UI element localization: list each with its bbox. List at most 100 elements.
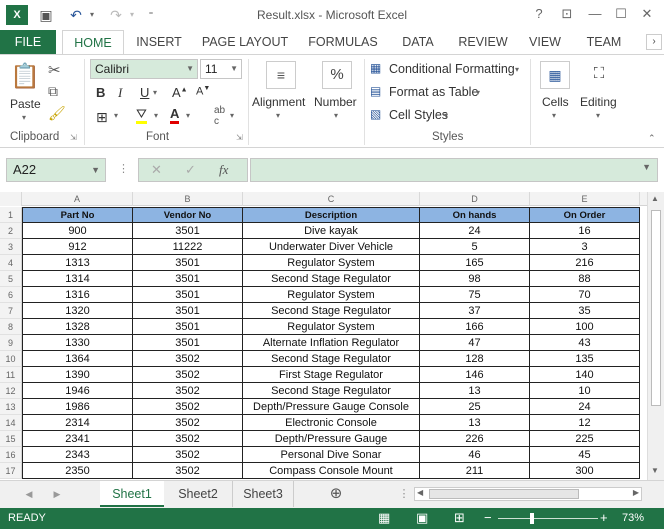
cut-icon[interactable]: ✂ <box>48 61 61 79</box>
table-cell[interactable]: 146 <box>420 367 530 383</box>
table-cell[interactable]: Personal Dive Sonar <box>243 447 420 463</box>
table-header-cell[interactable]: Description <box>243 207 420 223</box>
table-cell[interactable]: 3502 <box>133 415 243 431</box>
scroll-left-icon[interactable]: ◀ <box>417 488 423 497</box>
table-header-cell[interactable]: Part No <box>22 207 133 223</box>
collapse-ribbon-icon[interactable]: ⌃ <box>648 133 656 144</box>
table-header-cell[interactable]: Vendor No <box>133 207 243 223</box>
zoom-out-icon[interactable]: − <box>484 510 492 525</box>
page-layout-view-icon[interactable]: ▣ <box>416 510 428 526</box>
table-cell[interactable]: 37 <box>420 303 530 319</box>
table-cell[interactable]: 3501 <box>133 319 243 335</box>
table-cell[interactable]: Regulator System <box>243 319 420 335</box>
cancel-icon[interactable]: ✕ <box>151 162 162 178</box>
table-cell[interactable]: First Stage Regulator <box>243 367 420 383</box>
table-cell[interactable]: Alternate Inflation Regulator <box>243 335 420 351</box>
row-header[interactable]: 10 <box>0 351 22 367</box>
table-cell[interactable]: Second Stage Regulator <box>243 351 420 367</box>
row-header[interactable]: 12 <box>0 383 22 399</box>
next-sheet-icon[interactable]: ▶ <box>50 481 64 507</box>
table-cell[interactable]: 1364 <box>22 351 133 367</box>
table-cell[interactable]: 13 <box>420 415 530 431</box>
table-cell[interactable]: 140 <box>530 367 640 383</box>
scroll-down-icon[interactable]: ▼ <box>651 466 659 475</box>
number-dropdown-icon[interactable]: ▾ <box>334 111 338 120</box>
table-cell[interactable]: 211 <box>420 463 530 479</box>
alignment-icon[interactable]: ≡ <box>266 61 296 89</box>
paste-button[interactable]: Paste <box>10 97 41 111</box>
binoculars-icon[interactable]: ⛶ <box>584 61 614 89</box>
cells-button[interactable]: Cells <box>542 95 569 109</box>
row-header[interactable]: 7 <box>0 303 22 319</box>
table-cell[interactable]: Compass Console Mount <box>243 463 420 479</box>
select-all-corner[interactable] <box>0 192 22 206</box>
table-cell[interactable]: Second Stage Regulator <box>243 383 420 399</box>
row-header[interactable]: 13 <box>0 399 22 415</box>
table-cell[interactable]: 1946 <box>22 383 133 399</box>
minimize-button[interactable]: — <box>584 4 606 24</box>
tab-data[interactable]: DATA <box>392 30 444 54</box>
table-cell[interactable]: 3 <box>530 239 640 255</box>
table-cell[interactable]: 16 <box>530 223 640 239</box>
table-cell[interactable]: Depth/Pressure Gauge Console <box>243 399 420 415</box>
borders-dropdown-icon[interactable]: ▾ <box>114 111 118 120</box>
tab-team[interactable]: TEAM <box>578 30 630 54</box>
table-cell[interactable]: 128 <box>420 351 530 367</box>
table-cell[interactable]: 1314 <box>22 271 133 287</box>
row-header[interactable]: 11 <box>0 367 22 383</box>
decrease-font-icon[interactable]: A▼ <box>196 85 210 98</box>
tab-file[interactable]: FILE <box>0 30 56 54</box>
row-header[interactable]: 15 <box>0 431 22 447</box>
table-header-cell[interactable]: On hands <box>420 207 530 223</box>
table-cell[interactable]: 3502 <box>133 399 243 415</box>
font-size-combo[interactable]: 11 ▼ <box>200 59 242 79</box>
sheet-tab-sheet2[interactable]: Sheet2 <box>166 481 230 507</box>
tab-page-layout[interactable]: PAGE LAYOUT <box>196 30 294 54</box>
tab-review[interactable]: REVIEW <box>452 30 514 54</box>
table-cell[interactable]: 13 <box>420 383 530 399</box>
column-header-d[interactable]: D <box>420 192 530 206</box>
cell-styles-dropdown-icon[interactable]: ▾ <box>444 111 448 120</box>
table-cell[interactable]: 75 <box>420 287 530 303</box>
table-cell[interactable]: 24 <box>420 223 530 239</box>
row-header[interactable]: 1 <box>0 207 22 223</box>
insert-function-icon[interactable]: fx <box>219 162 228 178</box>
zoom-slider[interactable] <box>498 518 598 519</box>
table-cell[interactable]: 225 <box>530 431 640 447</box>
underline-dropdown-icon[interactable]: ▾ <box>153 88 157 97</box>
formula-input[interactable]: ▼ <box>250 158 658 182</box>
fill-color-dropdown-icon[interactable]: ▾ <box>154 111 158 120</box>
row-header[interactable]: 16 <box>0 447 22 463</box>
alignment-dropdown-icon[interactable]: ▾ <box>276 111 280 120</box>
phonetic-dropdown-icon[interactable]: ▾ <box>230 111 234 120</box>
table-cell[interactable]: 1390 <box>22 367 133 383</box>
alignment-button[interactable]: Alignment <box>252 95 305 109</box>
prev-sheet-icon[interactable]: ◀ <box>22 481 36 507</box>
table-cell[interactable]: 12 <box>530 415 640 431</box>
row-header[interactable]: 6 <box>0 287 22 303</box>
column-header-e[interactable]: E <box>530 192 640 206</box>
table-cell[interactable]: Underwater Diver Vehicle <box>243 239 420 255</box>
row-header[interactable]: 17 <box>0 463 22 479</box>
table-cell[interactable]: 216 <box>530 255 640 271</box>
row-header[interactable]: 8 <box>0 319 22 335</box>
copy-icon[interactable]: ⧉ <box>48 83 58 100</box>
enter-icon[interactable]: ✓ <box>185 162 196 178</box>
table-cell[interactable]: 3501 <box>133 255 243 271</box>
table-cell[interactable]: 300 <box>530 463 640 479</box>
table-cell[interactable]: 3501 <box>133 287 243 303</box>
table-cell[interactable]: Regulator System <box>243 255 420 271</box>
zoom-in-icon[interactable]: + <box>600 510 608 525</box>
conditional-formatting-button[interactable]: Conditional Formatting <box>389 62 515 76</box>
format-painter-icon[interactable]: 🖌 <box>48 105 66 122</box>
tab-view[interactable]: VIEW <box>522 30 568 54</box>
cells-icon[interactable]: ▦ <box>540 61 570 89</box>
table-cell[interactable]: 3501 <box>133 335 243 351</box>
table-cell[interactable]: 10 <box>530 383 640 399</box>
scroll-up-icon[interactable]: ▲ <box>651 194 659 203</box>
table-cell[interactable]: 1320 <box>22 303 133 319</box>
table-cell[interactable]: 11222 <box>133 239 243 255</box>
row-header[interactable]: 14 <box>0 415 22 431</box>
table-cell[interactable]: 3501 <box>133 303 243 319</box>
table-cell[interactable]: 25 <box>420 399 530 415</box>
